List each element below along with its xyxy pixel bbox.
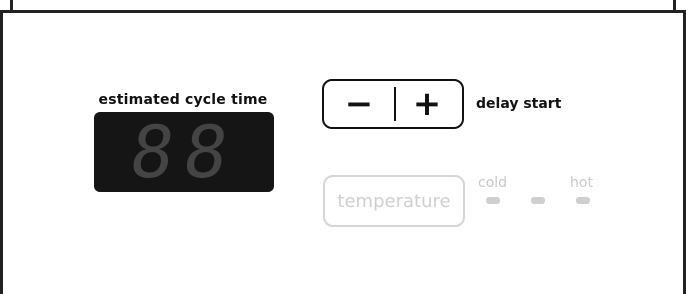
- temperature-indicator-2: [531, 197, 545, 204]
- temperature-indicator-1: [486, 197, 500, 204]
- delay-start-plus-button[interactable]: +: [392, 81, 462, 127]
- estimated-cycle-time-display: 88: [94, 112, 274, 192]
- temperature-button[interactable]: temperature: [323, 175, 465, 227]
- estimated-cycle-time-label: estimated cycle time: [98, 92, 268, 108]
- delay-start-minus-button[interactable]: −: [324, 81, 394, 127]
- panel-top-edge: [0, 0, 686, 13]
- temperature-cold-label: cold: [478, 175, 508, 191]
- cycle-time-digits: 88: [124, 112, 244, 192]
- delay-start-label: delay start: [476, 96, 562, 112]
- temperature-hot-label: hot: [570, 175, 593, 191]
- delay-start-stepper: − +: [322, 79, 464, 129]
- temperature-indicator-3: [576, 197, 590, 204]
